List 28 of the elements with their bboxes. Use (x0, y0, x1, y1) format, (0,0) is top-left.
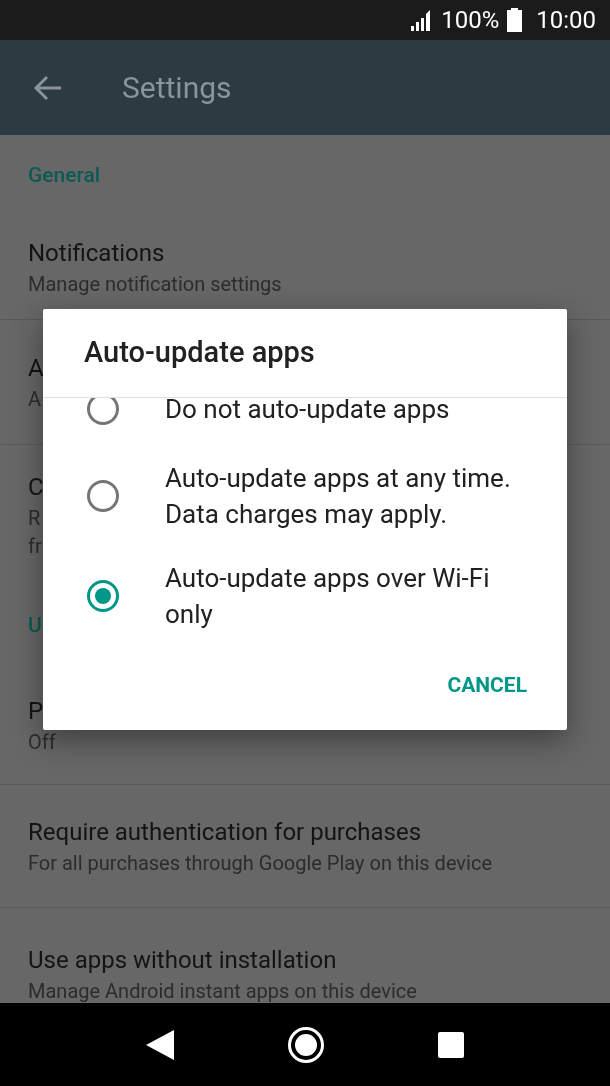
dialog-title: Auto-update apps (84, 334, 315, 372)
setting-summary: Manage notification settings (28, 271, 282, 298)
app-bar-title: Settings (122, 69, 232, 107)
home-icon[interactable] (287, 1025, 325, 1064)
option-label[interactable]: Auto-update apps at any time. Data charges may apply. (165, 460, 515, 532)
option-label[interactable]: Do not auto-update apps (165, 398, 515, 427)
setting-title[interactable]: P (28, 693, 44, 728)
cancel-button[interactable]: CANCEL (435, 661, 539, 710)
back-arrow-icon[interactable] (34, 74, 62, 101)
back-icon[interactable] (146, 1029, 175, 1060)
setting-title[interactable]: A (28, 351, 44, 385)
battery-icon (507, 8, 523, 32)
setting-summary: Manage Android instant apps on this device (28, 978, 417, 1003)
setting-title[interactable]: Notifications (28, 236, 165, 270)
recents-icon[interactable] (437, 1031, 464, 1058)
section-header: U (28, 614, 42, 636)
section-header: General (28, 164, 101, 186)
option-label[interactable]: Auto-update apps over Wi-Fi only (165, 560, 515, 632)
radio-button[interactable] (87, 580, 119, 612)
setting-title[interactable]: C (28, 470, 44, 504)
radio-button[interactable] (87, 398, 119, 425)
setting-title[interactable]: Use apps without installation (28, 943, 337, 977)
clock-time: 10:00 (536, 8, 596, 32)
setting-summary: For all purchases through Google Play on this device (28, 850, 492, 877)
setting-summary: Off (28, 728, 56, 756)
setting-title[interactable]: Require authentication for purchases (28, 815, 422, 849)
battery-percent: 100% (441, 8, 500, 32)
radio-button[interactable] (87, 480, 119, 512)
